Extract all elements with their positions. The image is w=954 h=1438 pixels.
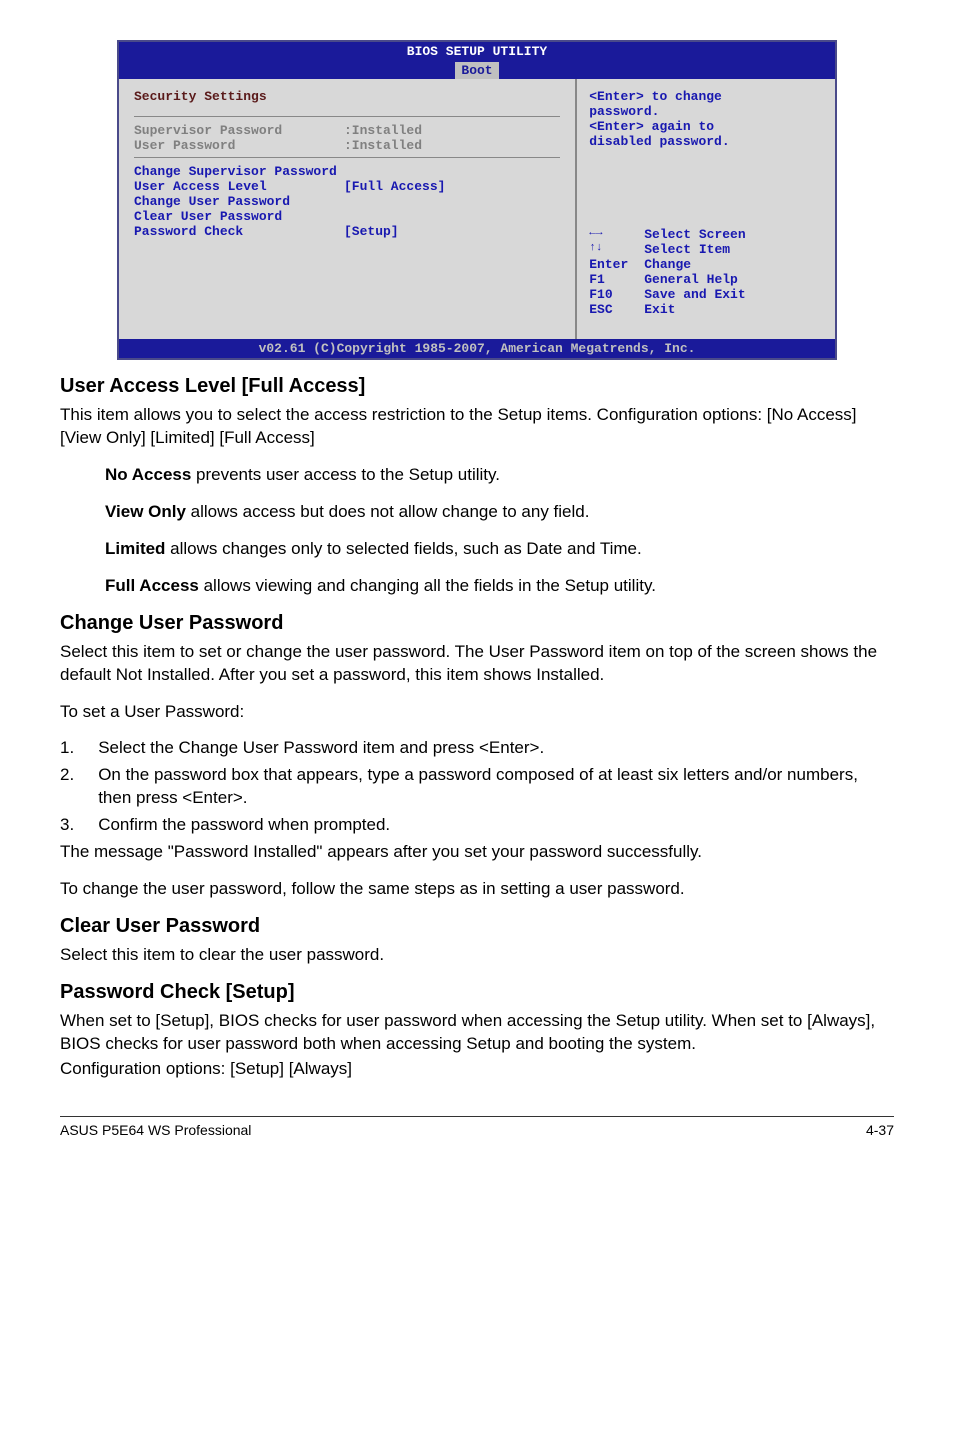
select-item-label: Select Item <box>644 242 730 257</box>
supervisor-row: Supervisor Password :Installed <box>134 123 560 138</box>
page-footer: ASUS P5E64 WS Professional 4-37 <box>60 1116 894 1138</box>
view-only-text: allows access but does not allow change … <box>186 502 590 521</box>
pw-check-label: Password Check <box>134 224 344 239</box>
f1-label: General Help <box>644 272 738 287</box>
limited-text: allows changes only to selected fields, … <box>165 539 641 558</box>
list-item: 3.Confirm the password when prompted. <box>60 814 894 837</box>
access-level-row[interactable]: User Access Level [Full Access] <box>134 179 560 194</box>
arrows-lr-icon: ←→ <box>589 227 644 242</box>
no-access-text: prevents user access to the Setup utilit… <box>191 465 500 484</box>
select-screen-label: Select Screen <box>644 227 745 242</box>
full-access-bold: Full Access <box>105 576 199 595</box>
heading-clp: Clear User Password <box>60 915 894 938</box>
para-ual: This item allows you to select the acces… <box>60 404 894 450</box>
heading-cup: Change User Password <box>60 612 894 635</box>
heading-pcs: Password Check [Setup] <box>60 981 894 1004</box>
view-only-bold: View Only <box>105 502 186 521</box>
help-line2: password. <box>589 104 823 119</box>
change-user-row[interactable]: Change User Password <box>134 194 560 209</box>
arrows-ud-icon: ↑↓ <box>589 242 644 257</box>
f10-key: F10 <box>589 287 644 302</box>
access-level-value: [Full Access] <box>344 179 445 194</box>
f1-key: F1 <box>589 272 644 287</box>
clear-user-label: Clear User Password <box>134 209 282 224</box>
steps-list: 1.Select the Change User Password item a… <box>60 737 894 837</box>
bios-title: BIOS SETUP UTILITY <box>119 42 835 61</box>
help-keys: ←→ Select Screen ↑↓ Select Item Enter Ch… <box>589 227 823 329</box>
help-line1: <Enter> to change <box>589 89 823 104</box>
para-cup-intro: Select this item to set or change the us… <box>60 641 894 687</box>
para-cup-toset: To set a User Password: <box>60 701 894 724</box>
user-pw-label: User Password <box>134 138 344 153</box>
change-user-label: Change User Password <box>134 194 290 209</box>
enter-key: Enter <box>589 257 644 272</box>
user-pw-row: User Password :Installed <box>134 138 560 153</box>
access-level-label: User Access Level <box>134 179 344 194</box>
supervisor-value: :Installed <box>344 123 422 138</box>
para-pcs-opts: Configuration options: [Setup] [Always] <box>60 1058 894 1081</box>
f10-label: Save and Exit <box>644 287 745 302</box>
pw-check-row[interactable]: Password Check [Setup] <box>134 224 560 239</box>
heading-ual: User Access Level [Full Access] <box>60 375 894 398</box>
enter-label: Change <box>644 257 691 272</box>
esc-key: ESC <box>589 302 644 317</box>
li3-text: Confirm the password when prompted. <box>74 814 878 837</box>
para-full-access: Full Access allows viewing and changing … <box>105 575 894 598</box>
bios-right-panel: <Enter> to change password. <Enter> agai… <box>577 79 835 339</box>
full-access-text: allows viewing and changing all the fiel… <box>199 576 656 595</box>
user-pw-value: :Installed <box>344 138 422 153</box>
help-text: <Enter> to change password. <Enter> agai… <box>589 89 823 149</box>
para-cup-change: To change the user password, follow the … <box>60 878 894 901</box>
clear-user-row[interactable]: Clear User Password <box>134 209 560 224</box>
supervisor-label: Supervisor Password <box>134 123 344 138</box>
tab-boot[interactable]: Boot <box>455 62 498 79</box>
limited-bold: Limited <box>105 539 165 558</box>
footer-right: 4-37 <box>866 1122 894 1138</box>
para-no-access: No Access prevents user access to the Se… <box>105 464 894 487</box>
esc-label: Exit <box>644 302 675 317</box>
list-item: 1.Select the Change User Password item a… <box>60 737 894 760</box>
bios-left-panel: Security Settings Supervisor Password :I… <box>119 79 577 339</box>
bios-window: BIOS SETUP UTILITY Boot Security Setting… <box>117 40 837 360</box>
change-supervisor-label: Change Supervisor Password <box>134 164 337 179</box>
para-clp: Select this item to clear the user passw… <box>60 944 894 967</box>
help-line3: <Enter> again to <box>589 119 823 134</box>
pw-check-value: [Setup] <box>344 224 399 239</box>
para-limited: Limited allows changes only to selected … <box>105 538 894 561</box>
para-cup-msg: The message "Password Installed" appears… <box>60 841 894 864</box>
change-supervisor-row[interactable]: Change Supervisor Password <box>134 164 560 179</box>
para-pcs-desc: When set to [Setup], BIOS checks for use… <box>60 1010 894 1056</box>
li1-text: Select the Change User Password item and… <box>74 737 878 760</box>
section-title: Security Settings <box>134 89 560 104</box>
bios-footer: v02.61 (C)Copyright 1985-2007, American … <box>119 339 835 358</box>
bios-tab-row: Boot <box>119 61 835 79</box>
no-access-bold: No Access <box>105 465 191 484</box>
li2-text: On the password box that appears, type a… <box>74 764 878 810</box>
list-item: 2.On the password box that appears, type… <box>60 764 894 810</box>
help-line4: disabled password. <box>589 134 823 149</box>
footer-left: ASUS P5E64 WS Professional <box>60 1122 251 1138</box>
para-view-only: View Only allows access but does not all… <box>105 501 894 524</box>
